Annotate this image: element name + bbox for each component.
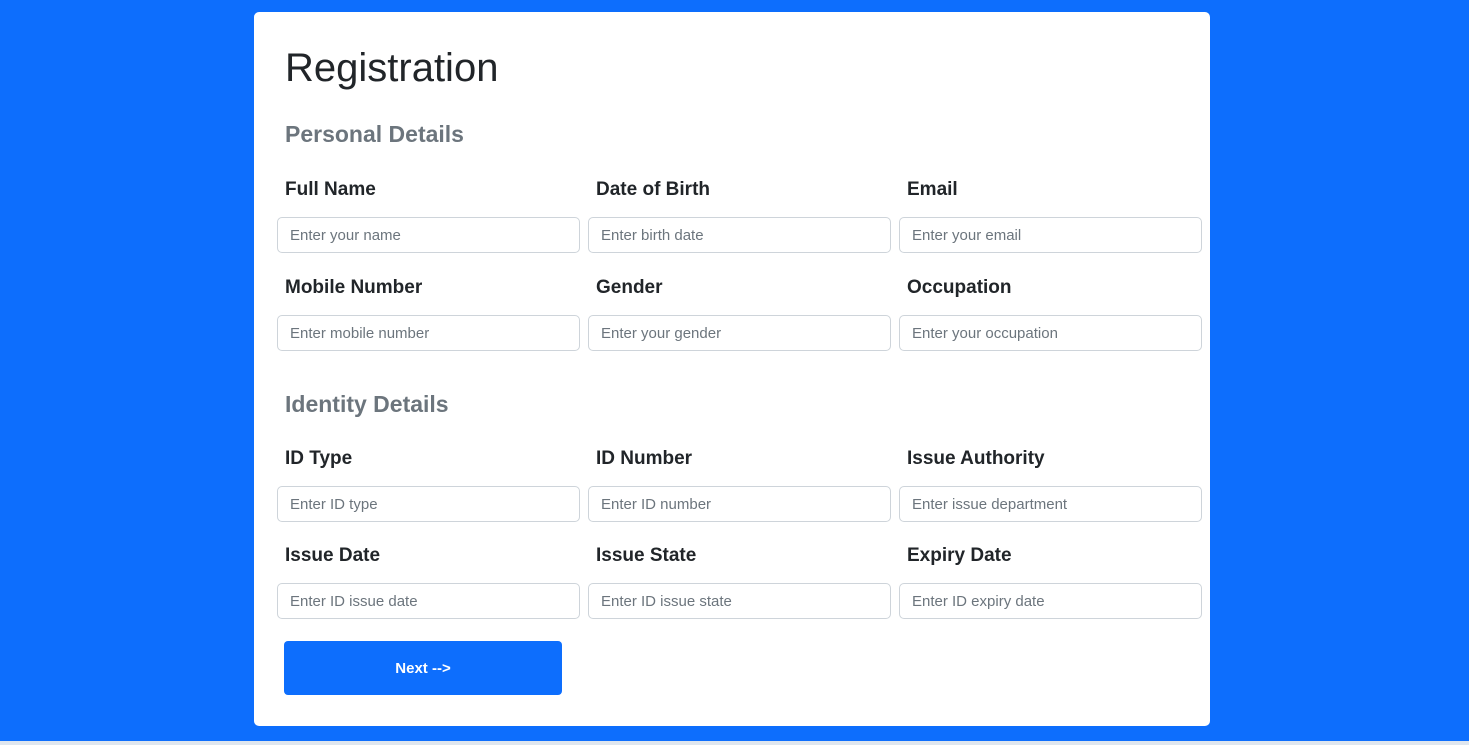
issue-date-group: Issue Date <box>277 545 580 619</box>
email-group: Email <box>899 179 1202 253</box>
date-of-birth-label: Date of Birth <box>596 179 710 200</box>
full-name-label: Full Name <box>285 179 376 200</box>
id-number-label: ID Number <box>596 448 693 469</box>
gender-input[interactable] <box>588 315 891 351</box>
occupation-input[interactable] <box>899 315 1202 351</box>
occupation-label: Occupation <box>907 277 1012 298</box>
next-button[interactable]: Next --> <box>284 641 562 695</box>
id-type-input[interactable] <box>277 486 580 522</box>
mobile-number-input[interactable] <box>277 315 580 351</box>
full-name-input[interactable] <box>277 217 580 253</box>
id-type-label: ID Type <box>285 448 353 469</box>
personal-details-heading: Personal Details <box>285 121 464 147</box>
gender-group: Gender <box>588 277 891 351</box>
date-of-birth-group: Date of Birth <box>588 179 891 253</box>
page-title: Registration <box>285 46 499 90</box>
issue-state-group: Issue State <box>588 545 891 619</box>
mobile-number-group: Mobile Number <box>277 277 580 351</box>
email-input[interactable] <box>899 217 1202 253</box>
id-type-group: ID Type <box>277 448 580 522</box>
date-of-birth-input[interactable] <box>588 217 891 253</box>
expiry-date-group: Expiry Date <box>899 545 1202 619</box>
id-number-input[interactable] <box>588 486 891 522</box>
mobile-number-label: Mobile Number <box>285 277 423 298</box>
issue-authority-label: Issue Authority <box>907 448 1045 469</box>
id-number-group: ID Number <box>588 448 891 522</box>
occupation-group: Occupation <box>899 277 1202 351</box>
full-name-group: Full Name <box>277 179 580 253</box>
expiry-date-input[interactable] <box>899 583 1202 619</box>
issue-authority-input[interactable] <box>899 486 1202 522</box>
expiry-date-label: Expiry Date <box>907 545 1012 566</box>
identity-details-heading: Identity Details <box>285 391 449 417</box>
issue-date-input[interactable] <box>277 583 580 619</box>
gender-label: Gender <box>596 277 663 298</box>
issue-state-label: Issue State <box>596 545 697 566</box>
email-label: Email <box>907 179 958 200</box>
registration-card: Registration Personal Details Full Name … <box>254 12 1210 726</box>
issue-state-input[interactable] <box>588 583 891 619</box>
bottom-strip <box>0 741 1469 745</box>
issue-authority-group: Issue Authority <box>899 448 1202 522</box>
issue-date-label: Issue Date <box>285 545 381 566</box>
